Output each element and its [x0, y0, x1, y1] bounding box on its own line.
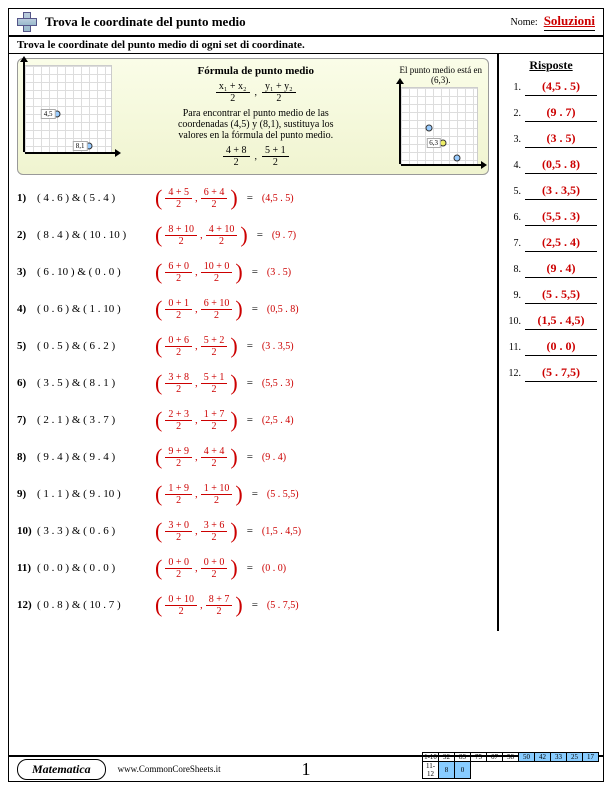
answer-value: (9 . 4) [525, 261, 597, 278]
answer-row: 7.(2,5 . 4) [505, 235, 597, 252]
answer-row: 3.(3 . 5) [505, 131, 597, 148]
answer-value: (0 . 0) [525, 339, 597, 356]
score-grid: 1-109283756758504233251711-1280 [422, 752, 599, 779]
answer-value: (5 . 5,5) [525, 287, 597, 304]
footer: Matematica www.CommonCoreSheets.it 1 1-1… [9, 755, 603, 781]
header: Trova le coordinate del punto medio Nome… [9, 9, 603, 37]
answer-row: 11.(0 . 0) [505, 339, 597, 356]
problem-row: 4)( 0 . 6 ) & ( 1 . 10 )(0 + 12,6 + 102)… [17, 294, 489, 324]
answer-row: 1.(4,5 . 5) [505, 79, 597, 96]
answer-row: 4.(0,5 . 8) [505, 157, 597, 174]
grid-left: 4,5 8,1 [24, 65, 112, 153]
example-right: El punto medio está en (6,3). 6,3 [400, 65, 482, 168]
problem-row: 9)( 1 . 1 ) & ( 9 . 10 )(1 + 92,1 + 102)… [17, 479, 489, 509]
answer-row: 9.(5 . 5,5) [505, 287, 597, 304]
grid-right: 6,3 [400, 87, 478, 165]
answer-row: 12.(5 . 7,5) [505, 365, 597, 382]
page-number: 1 [302, 759, 311, 780]
problem-row: 12)( 0 . 8 ) & ( 10 . 7 )(0 + 102,8 + 72… [17, 590, 489, 620]
answer-value: (2,5 . 4) [525, 235, 597, 252]
problem-row: 5)( 0 . 5 ) & ( 6 . 2 )(0 + 62,5 + 22)=(… [17, 331, 489, 361]
answer-value: (3 . 3,5) [525, 183, 597, 200]
main-column: 4,5 8,1 Fórmula de punto medio x₁ + x₂2 … [9, 54, 497, 631]
problem-row: 1)( 4 . 6 ) & ( 5 . 4 )(4 + 52,6 + 42)=(… [17, 183, 489, 213]
answer-row: 5.(3 . 3,5) [505, 183, 597, 200]
answer-row: 2.(9 . 7) [505, 105, 597, 122]
problem-row: 10)( 3 . 3 ) & ( 0 . 6 )(3 + 02,3 + 62)=… [17, 516, 489, 546]
answer-row: 10.(1,5 . 4,5) [505, 313, 597, 330]
example-formula: Fórmula de punto medio x₁ + x₂2 , y₁ + y… [120, 65, 392, 168]
problems-list: 1)( 4 . 6 ) & ( 5 . 4 )(4 + 52,6 + 42)=(… [17, 183, 489, 620]
answers-column: Risposte 1.(4,5 . 5) 2.(9 . 7) 3.(3 . 5) 4.… [497, 54, 603, 631]
problem-row: 2)( 8 . 4 ) & ( 10 . 10 )(8 + 102,4 + 10… [17, 220, 489, 250]
content: 4,5 8,1 Fórmula de punto medio x₁ + x₂2 … [9, 54, 603, 631]
answer-row: 8.(9 . 4) [505, 261, 597, 278]
answers-title: Risposte [505, 58, 597, 73]
plus-icon [17, 12, 37, 32]
instruction: Trova le coordinate del punto medio di o… [9, 37, 603, 54]
answer-value: (9 . 7) [525, 105, 597, 122]
answer-value: (5,5 . 3) [525, 209, 597, 226]
problem-row: 11)( 0 . 0 ) & ( 0 . 0 )(0 + 02,0 + 02)=… [17, 553, 489, 583]
answer-value: (3 . 5) [525, 131, 597, 148]
answer-value: (5 . 7,5) [525, 365, 597, 382]
problem-row: 3)( 6 . 10 ) & ( 0 . 0 )(6 + 02,10 + 02)… [17, 257, 489, 287]
worksheet-page: Trova le coordinate del punto medio Nome… [8, 8, 604, 782]
name-label: Nome: [510, 17, 537, 28]
answer-value: (1,5 . 4,5) [525, 313, 597, 330]
answer-value: (4,5 . 5) [525, 79, 597, 96]
problem-row: 8)( 9 . 4 ) & ( 9 . 4 )(9 + 92,4 + 42)=(… [17, 442, 489, 472]
page-title: Trova le coordinate del punto medio [45, 14, 510, 30]
problem-row: 6)( 3 . 5 ) & ( 8 . 1 )(3 + 82,5 + 12)=(… [17, 368, 489, 398]
answer-row: 6.(5,5 . 3) [505, 209, 597, 226]
problem-row: 7)( 2 . 1 ) & ( 3 . 7 )(2 + 32,1 + 72)=(… [17, 405, 489, 435]
answer-value: (0,5 . 8) [525, 157, 597, 174]
solutions-label: Soluzioni [544, 13, 595, 31]
footer-url: www.CommonCoreSheets.it [118, 764, 221, 774]
subject-badge: Matematica [17, 759, 106, 780]
example-box: 4,5 8,1 Fórmula de punto medio x₁ + x₂2 … [17, 58, 489, 175]
